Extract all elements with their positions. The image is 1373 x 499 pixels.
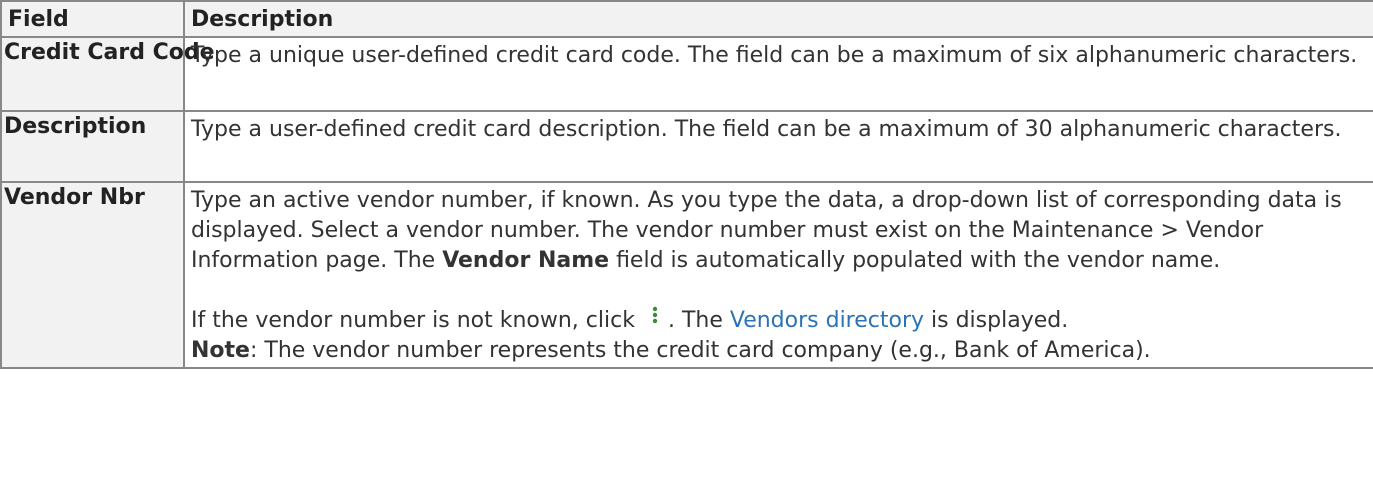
description-credit-card-code: Type a unique user-defined credit card c…: [183, 36, 1373, 112]
header-field: Field: [0, 0, 185, 38]
vendors-directory-link[interactable]: Vendors directory: [730, 308, 924, 333]
vendor-nbr-text-2b: . The: [667, 308, 730, 333]
table-row: Credit Card Code Type a unique user-defi…: [0, 36, 1373, 112]
three-dots-vertical-icon: [644, 306, 666, 328]
field-name-credit-card-code: Credit Card Code: [0, 36, 215, 112]
vendor-nbr-text-2c: is displayed.: [924, 308, 1069, 333]
table-row: Vendor Nbr Type an active vendor number,…: [0, 181, 1373, 369]
header-description: Description: [183, 0, 1373, 38]
table-header-row: Field Description: [0, 0, 1373, 38]
description-vendor-nbr: Type an active vendor number, if known. …: [183, 181, 1373, 369]
note-text: : The vendor number represents the credi…: [249, 338, 1151, 363]
field-name-description: Description: [0, 110, 185, 183]
vendor-nbr-text-2a: If the vendor number is not known, click: [191, 308, 642, 333]
vendor-nbr-paragraph-1: Type an active vendor number, if known. …: [191, 186, 1367, 276]
field-description-table: Field Description Credit Card Code Type …: [0, 0, 1373, 369]
table-row: Description Type a user-defined credit c…: [0, 110, 1373, 183]
vendor-nbr-text-1b: field is automatically populated with th…: [609, 248, 1221, 273]
vendor-nbr-paragraph-2: If the vendor number is not known, click…: [191, 306, 1367, 366]
description-description: Type a user-defined credit card descript…: [183, 110, 1373, 183]
field-name-vendor-nbr: Vendor Nbr: [0, 181, 185, 369]
vendor-name-field-ref: Vendor Name: [442, 248, 610, 273]
note-label: Note: [191, 338, 250, 363]
